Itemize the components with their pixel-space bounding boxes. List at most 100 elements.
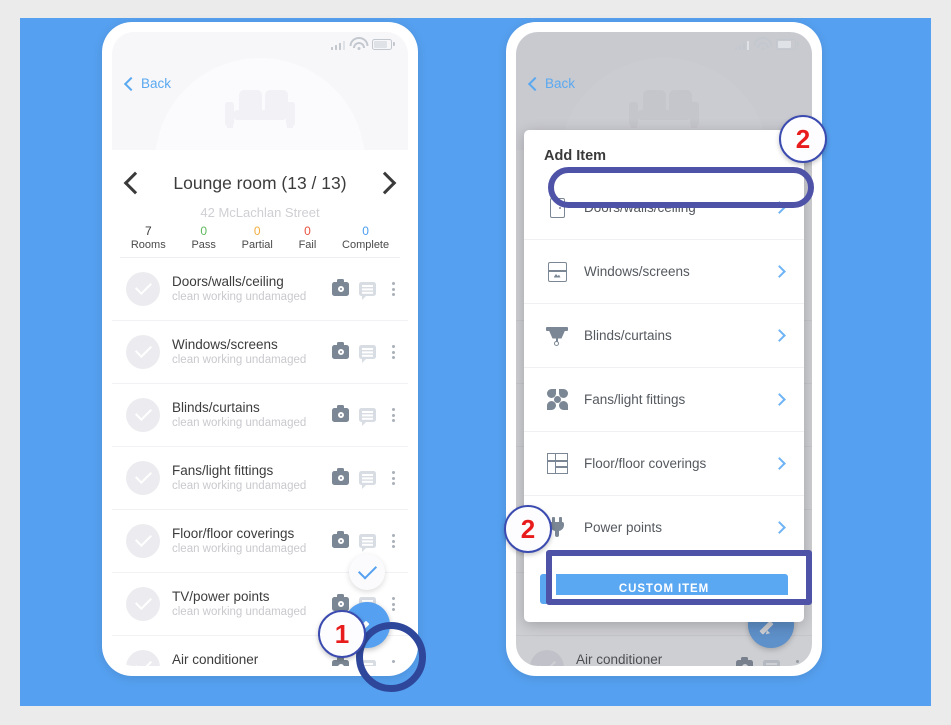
item-subtitle: clean working undamaged (172, 479, 307, 492)
comment-icon[interactable] (359, 660, 376, 666)
camera-icon[interactable] (332, 342, 349, 359)
camera-icon[interactable] (332, 468, 349, 485)
prev-room-button[interactable] (122, 170, 148, 196)
table-row[interactable]: Doors/walls/ceiling clean working undama… (112, 258, 408, 321)
stat-rooms: 7 Rooms (130, 224, 166, 251)
status-check-icon[interactable] (126, 524, 160, 558)
signal-bars-icon (734, 41, 749, 50)
chevron-left-icon (527, 76, 543, 91)
status-check-icon[interactable] (126, 335, 160, 369)
add-item-option-fans[interactable]: Fans/light fittings (524, 368, 804, 432)
kebab-menu-icon[interactable] (386, 282, 400, 296)
screenshot-root: Back Lounge room (13 / 13) 42 McLachlan … (0, 0, 951, 725)
camera-icon[interactable] (332, 657, 349, 666)
comment-icon[interactable] (359, 282, 376, 300)
item-subtitle: clean working undamaged (172, 605, 307, 618)
add-item-option-windows[interactable]: Windows/screens (524, 240, 804, 304)
comment-icon[interactable] (359, 471, 376, 489)
right-status-bar (516, 32, 812, 58)
step-badge-1: 1 (318, 610, 366, 658)
blinds-icon (542, 326, 572, 346)
signal-bars-icon (330, 41, 345, 50)
status-check-icon[interactable] (126, 650, 160, 666)
kebab-menu-icon[interactable] (386, 660, 400, 666)
right-phone-screen: Lounge room (13 / 13) 42 McLachlan Stree… (516, 32, 812, 666)
custom-item-area: CUSTOM ITEM (524, 560, 804, 622)
chevron-right-icon (773, 457, 786, 470)
page-title: Lounge room (13 / 13) (173, 172, 347, 193)
item-subtitle: clean working undamaged (172, 542, 307, 555)
stat-partial: 0 Partial (241, 224, 273, 251)
item-title: Doors/walls/ceiling (172, 273, 284, 289)
right-phone-frame: Lounge room (13 / 13) 42 McLachlan Stree… (506, 22, 822, 676)
item-title: Fans/light fittings (172, 462, 274, 478)
stat-complete: 0 Complete (342, 224, 390, 251)
door-icon (542, 197, 572, 218)
status-check-icon[interactable] (126, 398, 160, 432)
table-row[interactable]: Fans/light fittings clean working undama… (112, 447, 408, 510)
next-room-button[interactable] (372, 170, 398, 196)
stat-pass: 0 Pass (191, 224, 216, 251)
comment-icon[interactable] (359, 408, 376, 426)
right-back-button[interactable]: Back (527, 76, 576, 91)
kebab-menu-icon[interactable] (386, 534, 400, 548)
kebab-menu-icon[interactable] (386, 345, 400, 359)
sofa-icon (224, 90, 296, 130)
item-subtitle: clean working undamaged (172, 353, 307, 366)
chevron-right-icon (773, 521, 786, 534)
left-phone-screen: Back Lounge room (13 / 13) 42 McLachlan … (112, 32, 408, 666)
chevron-right-icon (773, 329, 786, 342)
add-item-options-list: Doors/walls/ceiling Windows/screens Blin… (524, 176, 804, 559)
kebab-menu-icon[interactable] (386, 408, 400, 422)
chevron-right-icon (773, 265, 786, 278)
left-room-header: Lounge room (13 / 13) 42 McLachlan Stree… (112, 150, 408, 258)
add-item-option-floor[interactable]: Floor/floor coverings (524, 432, 804, 496)
status-check-icon[interactable] (126, 461, 160, 495)
left-status-bar (112, 32, 408, 58)
add-item-option-power[interactable]: Power points (524, 496, 804, 559)
item-title: TV/power points (172, 588, 270, 604)
fan-icon (542, 389, 572, 410)
kebab-menu-icon[interactable] (386, 471, 400, 485)
dialog-title: Add Item (544, 148, 607, 164)
chevron-left-icon (123, 171, 147, 195)
add-item-option-blinds[interactable]: Blinds/curtains (524, 304, 804, 368)
camera-icon[interactable] (332, 594, 349, 611)
chevron-right-icon (373, 171, 397, 195)
back-label: Back (545, 76, 576, 91)
chevron-left-icon (123, 76, 139, 91)
add-item-option-doors[interactable]: Doors/walls/ceiling (524, 176, 804, 240)
floorplan-icon (542, 453, 572, 474)
item-subtitle: clean working undamaged (172, 416, 307, 429)
camera-icon[interactable] (332, 405, 349, 422)
add-item-dialog: Add Item Doors/walls/ceiling Windows/scr… (524, 130, 804, 622)
table-row[interactable]: Blinds/curtains clean working undamaged (112, 384, 408, 447)
camera-icon[interactable] (332, 531, 349, 548)
left-back-button[interactable]: Back (123, 76, 172, 91)
comment-icon[interactable] (359, 345, 376, 363)
step-badge-2b: 2 (504, 505, 552, 553)
comment-icon[interactable] (359, 534, 376, 552)
wifi-icon (753, 37, 772, 50)
property-address: 42 McLachlan Street (200, 205, 320, 220)
stat-fail: 0 Fail (298, 224, 317, 251)
item-title: Floor/floor coverings (172, 525, 295, 541)
status-check-icon[interactable] (126, 587, 160, 621)
complete-check-button[interactable] (349, 554, 385, 590)
item-title: Air conditioner (172, 651, 259, 667)
item-title: Windows/screens (172, 336, 278, 352)
back-label: Back (141, 76, 172, 91)
window-icon (542, 261, 572, 282)
camera-icon[interactable] (332, 279, 349, 296)
chevron-right-icon (773, 393, 786, 406)
kebab-menu-icon[interactable] (386, 597, 400, 611)
left-hero-banner: Back (112, 32, 408, 150)
stats-bar: 7 Rooms 0 Pass 0 Partial 0 Fail (112, 224, 408, 253)
left-phone-frame: Back Lounge room (13 / 13) 42 McLachlan … (102, 22, 418, 676)
table-row[interactable]: Windows/screens clean working undamaged (112, 321, 408, 384)
item-subtitle: clean working undamaged (172, 290, 307, 303)
chevron-right-icon (773, 201, 786, 214)
custom-item-button[interactable]: CUSTOM ITEM (540, 574, 788, 604)
status-check-icon[interactable] (126, 272, 160, 306)
step-badge-2a: 2 (779, 115, 827, 163)
